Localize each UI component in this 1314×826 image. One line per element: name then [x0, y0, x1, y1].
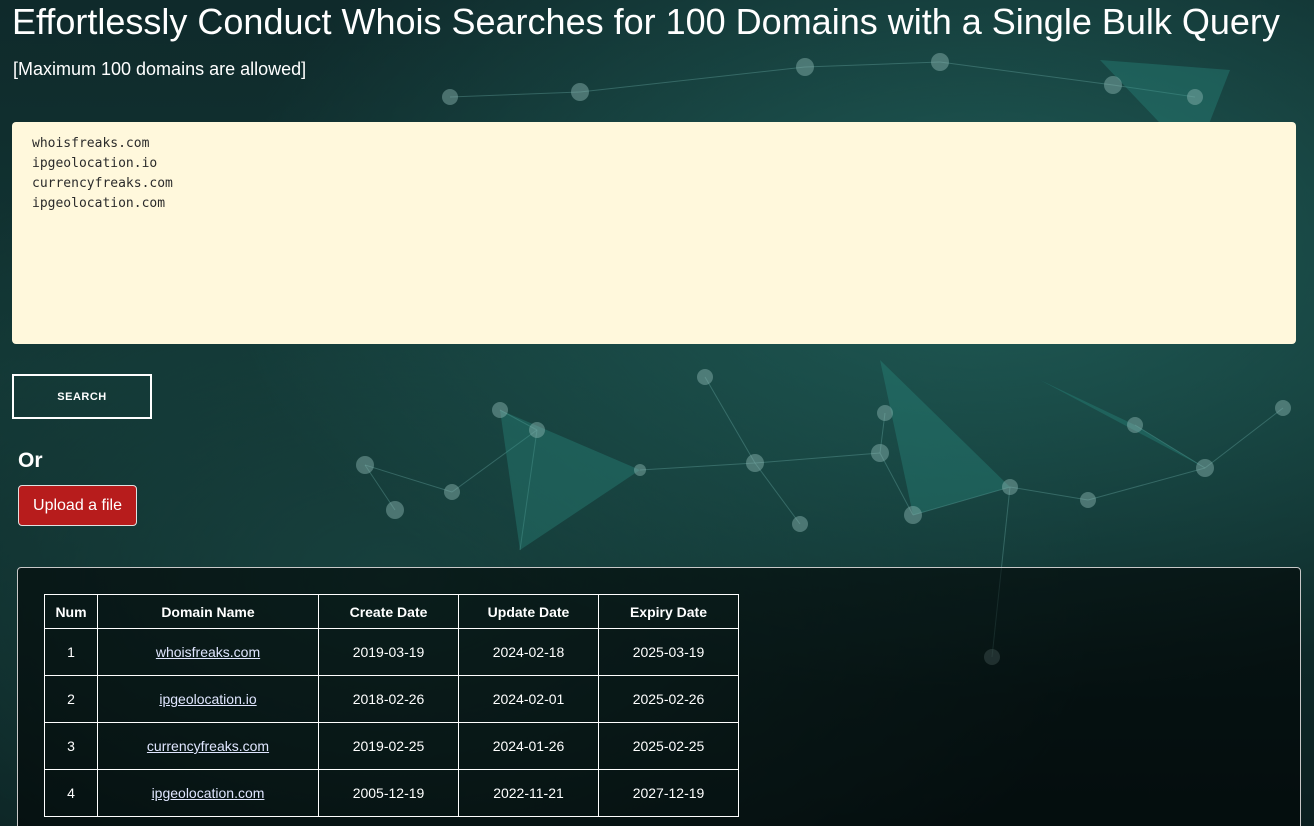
- page-title: Effortlessly Conduct Whois Searches for …: [12, 1, 1280, 42]
- row-expiry-date: 2027-12-19: [598, 769, 739, 817]
- domain-link[interactable]: ipgeolocation.io: [159, 691, 256, 707]
- row-create-date: 2019-02-25: [318, 722, 459, 770]
- upload-file-button[interactable]: Upload a file: [18, 485, 137, 526]
- row-num: 3: [44, 722, 98, 770]
- row-domain-cell: ipgeolocation.io: [97, 675, 319, 723]
- row-create-date: 2019-03-19: [318, 628, 459, 676]
- header-expiry-date: Expiry Date: [598, 594, 739, 629]
- or-label: Or: [18, 449, 43, 472]
- header-create-date: Create Date: [318, 594, 459, 629]
- row-expiry-date: 2025-03-19: [598, 628, 739, 676]
- domain-link[interactable]: ipgeolocation.com: [152, 785, 265, 801]
- row-update-date: 2024-01-26: [458, 722, 599, 770]
- table-row: 4 ipgeolocation.com 2005-12-19 2022-11-2…: [44, 769, 739, 817]
- row-num: 1: [44, 628, 98, 676]
- row-domain-cell: ipgeolocation.com: [97, 769, 319, 817]
- domains-input[interactable]: whoisfreaks.com ipgeolocation.io currenc…: [12, 122, 1296, 344]
- table-row: 3 currencyfreaks.com 2019-02-25 2024-01-…: [44, 722, 739, 770]
- header-num: Num: [44, 594, 98, 629]
- header-domain-name: Domain Name: [97, 594, 319, 629]
- row-domain-cell: whoisfreaks.com: [97, 628, 319, 676]
- domain-link[interactable]: currencyfreaks.com: [147, 738, 269, 754]
- domain-link[interactable]: whoisfreaks.com: [156, 644, 260, 660]
- table-header-row: Num Domain Name Create Date Update Date …: [44, 594, 739, 629]
- table-row: 1 whoisfreaks.com 2019-03-19 2024-02-18 …: [44, 628, 739, 676]
- results-panel: Num Domain Name Create Date Update Date …: [17, 567, 1301, 826]
- search-button[interactable]: SEARCH: [12, 374, 152, 419]
- row-num: 2: [44, 675, 98, 723]
- row-update-date: 2024-02-18: [458, 628, 599, 676]
- max-domains-note: [Maximum 100 domains are allowed]: [13, 59, 307, 79]
- results-table: Num Domain Name Create Date Update Date …: [44, 594, 739, 817]
- row-domain-cell: currencyfreaks.com: [97, 722, 319, 770]
- row-expiry-date: 2025-02-26: [598, 675, 739, 723]
- row-update-date: 2022-11-21: [458, 769, 599, 817]
- row-expiry-date: 2025-02-25: [598, 722, 739, 770]
- row-create-date: 2005-12-19: [318, 769, 459, 817]
- row-num: 4: [44, 769, 98, 817]
- row-update-date: 2024-02-01: [458, 675, 599, 723]
- row-create-date: 2018-02-26: [318, 675, 459, 723]
- table-row: 2 ipgeolocation.io 2018-02-26 2024-02-01…: [44, 675, 739, 723]
- header-update-date: Update Date: [458, 594, 599, 629]
